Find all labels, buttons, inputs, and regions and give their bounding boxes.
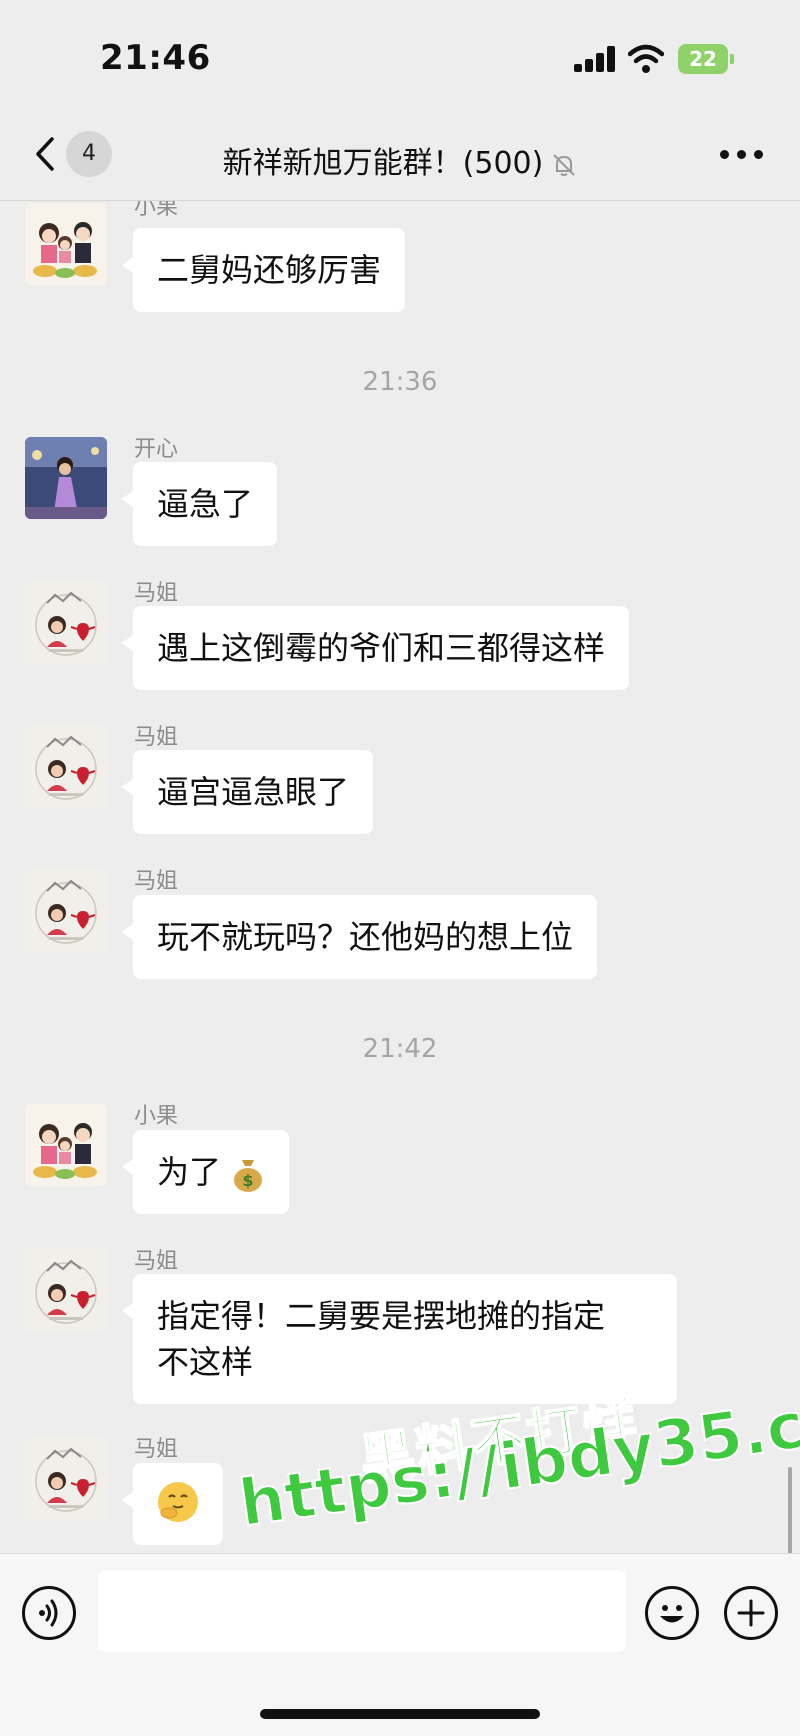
avatar-woman-heart[interactable] [25,725,107,807]
plus-icon [737,1599,765,1627]
battery-level: 22 [689,47,717,71]
scrollbar[interactable] [788,1467,792,1553]
avatar-woman-heart[interactable] [25,1437,107,1519]
message-text-line: 不这样 [157,1343,254,1381]
girl-photo-avatar-icon [25,437,107,519]
woman-heart-avatar-icon [25,1437,107,1519]
avatar-couple[interactable] [25,203,107,285]
wifi-icon [628,44,664,73]
message-bubble[interactable]: 逼急了 [121,462,278,546]
battery-icon: 22 [678,44,734,74]
voice-icon [39,1599,58,1627]
avatar-woman-heart[interactable] [25,581,107,663]
message-text: 为了 [157,1153,222,1191]
message-text: 逼宫逼急眼了 [157,773,350,811]
emoji-button[interactable] [645,1586,699,1640]
thinking-smile-emoji-icon [158,1482,198,1522]
cellular-signal-icon [574,46,618,72]
muted-bell-icon [553,153,576,176]
message-sender: 马姐 [134,725,179,750]
money-bag-emoji-icon: $ [234,1160,263,1192]
message-bubble[interactable] [122,1463,223,1545]
timestamp: 21:42 [362,1034,438,1064]
input-bar [0,1553,800,1736]
message-sender: 小果 [134,1104,179,1129]
status-bar: 21:46 22 [0,0,800,110]
woman-heart-avatar-icon [25,869,107,951]
couple-avatar-icon [25,203,107,285]
more-options-icon[interactable] [720,150,764,160]
chat-title: 新祥新旭万能群！(500) [0,138,800,182]
message-bubble[interactable]: 为了 $ [121,1130,290,1214]
status-time: 21:46 [100,38,211,78]
message-text-line: 指定得！二舅要是摆地摊的指定 [157,1297,606,1335]
message-text: 逼急了 [157,485,254,523]
message-list[interactable]: 小果 二舅妈还够厉害 21:36 开心 逼急了 马姐 遇上这倒霉的爷们和三都得这… [0,201,800,1553]
message-text: 遇上这倒霉的爷们和三都得这样 [157,629,606,667]
svg-text:$: $ [243,1171,254,1190]
message-bubble[interactable]: 逼宫逼急眼了 [121,750,374,834]
message-input[interactable] [98,1570,626,1652]
woman-heart-avatar-icon [25,581,107,663]
message-bubble[interactable]: 二舅妈还够厉害 [121,228,406,312]
chat-header: 4 新祥新旭万能群！(500) [0,110,800,201]
message-sender: 马姐 [134,1249,179,1274]
message-sender: 开心 [134,437,179,462]
timestamp: 21:36 [362,367,438,397]
woman-heart-avatar-icon [25,725,107,807]
message-text: 二舅妈还够厉害 [157,251,382,289]
message-sender: 马姐 [134,581,179,606]
avatar-girl-photo[interactable] [25,437,107,519]
avatar-woman-heart[interactable] [25,1249,107,1331]
couple-avatar-icon [25,1104,107,1186]
avatar-woman-heart[interactable] [25,869,107,951]
voice-input-button[interactable] [22,1586,76,1640]
message-sender: 马姐 [134,869,179,894]
avatar-couple[interactable] [25,1104,107,1186]
message-bubble[interactable]: 玩不就玩吗？还他妈的想上位 [121,895,598,979]
chat-title-text: 新祥新旭万能群！(500) [222,146,544,181]
smiley-icon [660,1605,684,1623]
home-indicator [260,1709,540,1719]
woman-heart-avatar-icon [25,1249,107,1331]
message-sender: 小果 [134,201,179,220]
message-bubble[interactable]: 遇上这倒霉的爷们和三都得这样 [121,606,630,690]
message-sender: 马姐 [134,1437,179,1462]
message-text: 玩不就玩吗？还他妈的想上位 [157,918,574,956]
add-attachment-button[interactable] [724,1586,778,1640]
